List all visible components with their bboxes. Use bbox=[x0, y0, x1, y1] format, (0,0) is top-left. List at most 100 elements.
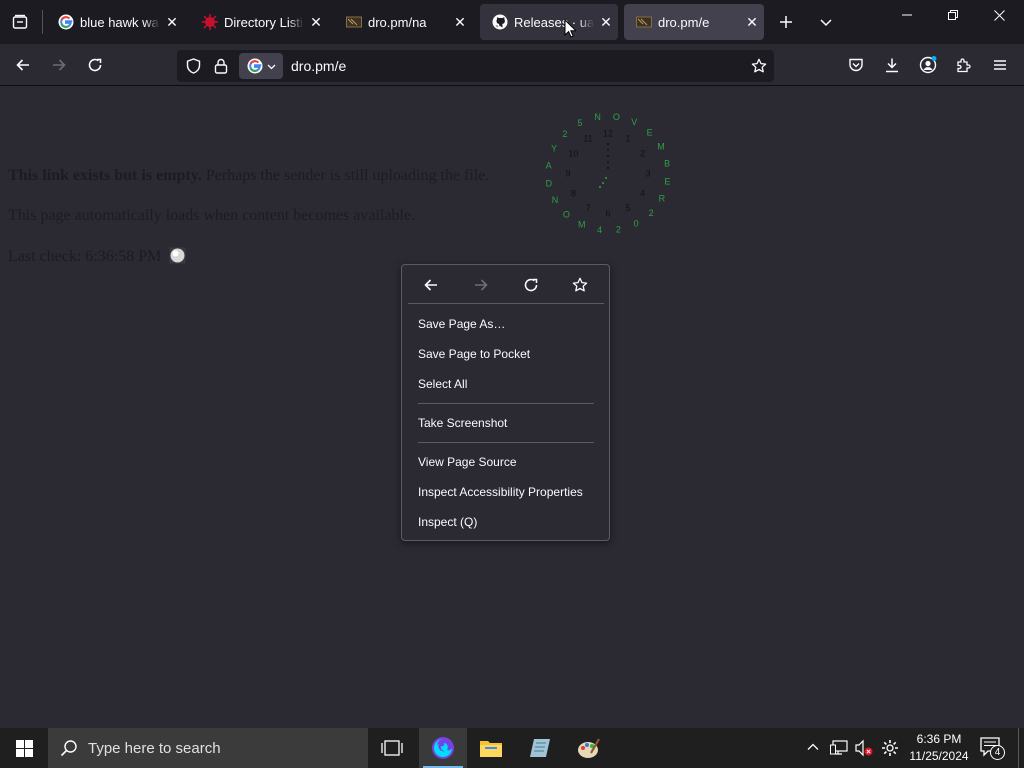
red-splat-icon bbox=[202, 14, 218, 30]
tab-close-icon[interactable]: ✕ bbox=[740, 14, 764, 31]
clock-number: 6 bbox=[605, 208, 610, 218]
reload-icon[interactable] bbox=[80, 50, 110, 80]
tab-releases[interactable]: Releases · ualin ✕ bbox=[480, 4, 618, 40]
tab-directory-listing[interactable]: Directory Listing ✕ bbox=[190, 4, 328, 40]
taskbar-clock[interactable]: 6:36 PM 11/25/2024 bbox=[904, 731, 974, 765]
tab-bar: blue hawk wallp ✕ Directory Listing ✕ dr… bbox=[0, 0, 1024, 44]
menu-item-take-screenshot[interactable]: Take Screenshot bbox=[418, 412, 507, 434]
tab-dro-pm-na[interactable]: dro.pm/na ✕ bbox=[334, 4, 472, 40]
last-check-label: Last check: bbox=[8, 248, 86, 265]
bookmark-star-icon[interactable] bbox=[749, 56, 769, 76]
menu-item-inspect-accessibility[interactable]: Inspect Accessibility Properties bbox=[418, 481, 583, 503]
taskbar-paint-app[interactable] bbox=[565, 728, 613, 768]
clock-date-letter: N bbox=[594, 112, 601, 122]
network-icon[interactable] bbox=[830, 739, 848, 762]
auto-load-message: This page automatically loads when conte… bbox=[8, 207, 415, 224]
tab-close-icon[interactable]: ✕ bbox=[448, 14, 472, 31]
tab-title: Directory Listing bbox=[224, 14, 304, 30]
windows-taskbar: Type here to search 6:36 PM 11/25/2024 4 bbox=[0, 728, 1024, 768]
taskbar-firefox-app[interactable] bbox=[419, 728, 467, 768]
menu-item-save-page-as[interactable]: Save Page As… bbox=[418, 313, 505, 335]
menu-item-inspect[interactable]: Inspect (Q) bbox=[418, 511, 477, 533]
clock-number: 10 bbox=[568, 148, 578, 158]
clock-date-letter: E bbox=[664, 176, 670, 186]
clock-date-letter: 2 bbox=[616, 225, 621, 235]
clock-number: 12 bbox=[603, 128, 613, 138]
clock-date-letter: B bbox=[664, 158, 670, 168]
shield-icon[interactable] bbox=[183, 56, 203, 76]
clock-hand-dot bbox=[605, 177, 607, 179]
clock-number: 3 bbox=[645, 168, 650, 178]
clock-number: 11 bbox=[583, 134, 592, 144]
last-check-line: Last check: 6:36:58 PM bbox=[8, 247, 186, 269]
tab-title: Releases · ualin bbox=[514, 14, 594, 30]
show-desktop-button[interactable] bbox=[1018, 728, 1024, 768]
tab-title: blue hawk wallp bbox=[80, 14, 160, 30]
context-menu: Save Page As… Save Page to Pocket Select… bbox=[401, 264, 610, 541]
clock-hand-dot bbox=[607, 149, 609, 151]
clock-date-letter: R bbox=[659, 193, 666, 203]
url-bar[interactable]: dro.pm/e bbox=[177, 50, 774, 82]
tab-blue-hawk[interactable]: blue hawk wallp ✕ bbox=[46, 4, 184, 40]
windows-start-icon[interactable] bbox=[0, 728, 48, 768]
empty-link-rest: Perhaps the sender is still uploading th… bbox=[201, 167, 490, 184]
account-icon[interactable] bbox=[913, 50, 943, 80]
lock-icon[interactable] bbox=[211, 56, 231, 76]
tab-title: dro.pm/e bbox=[658, 14, 710, 30]
hamburger-menu-icon[interactable] bbox=[985, 50, 1015, 80]
notification-center-icon[interactable]: 4 bbox=[980, 737, 1005, 760]
dro-pm-icon bbox=[346, 14, 362, 30]
clock-date-letter: D bbox=[546, 178, 553, 188]
settings-gear-icon[interactable] bbox=[881, 739, 899, 762]
minimize-icon[interactable] bbox=[884, 0, 930, 30]
new-tab-plus-icon[interactable] bbox=[774, 10, 798, 34]
ctx-bookmark-star-icon[interactable] bbox=[565, 273, 595, 297]
clock-date-letter: N bbox=[552, 195, 559, 205]
taskbar-file-explorer-app[interactable] bbox=[467, 728, 515, 768]
clock-hand-dot bbox=[599, 186, 601, 188]
tab-dro-pm-e[interactable]: dro.pm/e ✕ bbox=[624, 4, 764, 40]
forward-arrow-icon[interactable] bbox=[44, 50, 74, 80]
clock-hand-dot bbox=[607, 161, 609, 163]
list-all-tabs-chevron-down-icon[interactable] bbox=[814, 10, 838, 34]
menu-item-select-all[interactable]: Select All bbox=[418, 373, 467, 395]
show-hidden-icons-chevron-up-icon[interactable] bbox=[806, 740, 820, 759]
clock-date-letter: O bbox=[613, 112, 620, 122]
menu-item-save-to-pocket[interactable]: Save Page to Pocket bbox=[418, 343, 530, 365]
tab-close-icon[interactable]: ✕ bbox=[594, 14, 618, 31]
url-text[interactable]: dro.pm/e bbox=[291, 58, 346, 74]
menu-separator bbox=[408, 303, 604, 304]
clock-number: 4 bbox=[640, 188, 645, 198]
search-engine-selector[interactable] bbox=[239, 53, 283, 79]
clock-date-letter: M bbox=[578, 220, 586, 230]
menu-separator bbox=[418, 403, 594, 404]
close-window-icon[interactable] bbox=[976, 0, 1022, 30]
task-view-icon[interactable] bbox=[368, 728, 416, 768]
tab-close-icon[interactable]: ✕ bbox=[160, 14, 184, 31]
taskbar-search-box[interactable]: Type here to search bbox=[48, 728, 368, 768]
pocket-icon[interactable] bbox=[841, 50, 871, 80]
notification-count-badge: 4 bbox=[990, 745, 1005, 760]
dro-pm-icon bbox=[636, 14, 652, 30]
ctx-reload-icon[interactable] bbox=[516, 273, 546, 297]
clock-date-letter: 5 bbox=[577, 118, 582, 128]
downloads-icon[interactable] bbox=[877, 50, 907, 80]
clock-number: 8 bbox=[571, 188, 576, 198]
firefox-view-icon[interactable] bbox=[8, 10, 32, 34]
clock-date-letter: 2 bbox=[649, 208, 654, 218]
restore-icon[interactable] bbox=[930, 0, 976, 30]
taskbar-notes-app[interactable] bbox=[516, 728, 564, 768]
notepad-icon bbox=[528, 737, 552, 759]
mouse-cursor-icon bbox=[564, 18, 578, 43]
menu-item-view-page-source[interactable]: View Page Source bbox=[418, 451, 517, 473]
paint-palette-icon bbox=[577, 737, 601, 759]
ctx-forward-arrow-icon[interactable] bbox=[466, 273, 496, 297]
navigation-toolbar: dro.pm/e bbox=[0, 44, 1024, 86]
tab-close-icon[interactable]: ✕ bbox=[304, 14, 328, 31]
back-arrow-icon[interactable] bbox=[8, 50, 38, 80]
ctx-back-arrow-icon[interactable] bbox=[416, 273, 446, 297]
volume-muted-icon[interactable] bbox=[854, 739, 874, 762]
taskbar-date: 11/25/2024 bbox=[909, 749, 969, 763]
extensions-puzzle-icon[interactable] bbox=[949, 50, 979, 80]
clock-date-letter: E bbox=[647, 127, 653, 137]
